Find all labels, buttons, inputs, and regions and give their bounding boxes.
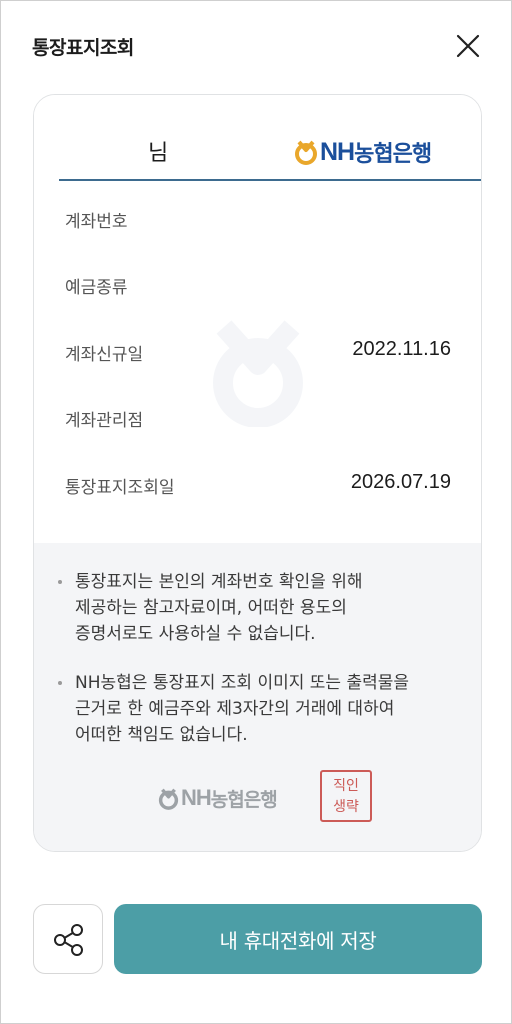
row-managing-branch: 계좌관리점: [65, 406, 451, 434]
share-icon: [54, 924, 83, 956]
bullet-dot: [58, 580, 62, 584]
header: 통장표지조회: [1, 1, 512, 91]
header-divider: [59, 179, 481, 181]
footer-bank-logo: NH 농협은행: [158, 783, 278, 813]
row-cover-inquiry-date: 통장표지조회일 2026.07.19: [65, 471, 451, 501]
page-title: 통장표지조회: [32, 37, 134, 59]
footer-logo-latin: NH: [181, 785, 212, 810]
notice-text: NH농협은 통장표지 조회 이미지 또는 출력물을 근거로 한 예금주와 제3자…: [75, 673, 410, 745]
notice-item: 통장표지는 본인의 계좌번호 확인을 위해 제공하는 참고자료이며, 어떠한 용…: [58, 569, 458, 647]
card-info-section: 님 NH 농협은행 계좌번호 예금종류 계좌신규일 2022.11.16 계좌관…: [34, 95, 481, 543]
seal-omitted-stamp: 직인 생략: [320, 770, 372, 822]
row-label: 통장표지조회일: [65, 478, 175, 498]
nh-symbol-icon: [158, 788, 179, 810]
notice-item: NH농협은 통장표지 조회 이미지 또는 출력물을 근거로 한 예금주와 제3자…: [58, 670, 458, 748]
row-deposit-type: 예금종류: [65, 273, 451, 301]
row-value: 2022.11.16: [352, 338, 451, 360]
bullet-dot: [58, 681, 62, 685]
stamp-line: 직인: [333, 778, 359, 794]
row-label: 계좌관리점: [65, 411, 144, 431]
close-button[interactable]: [453, 31, 483, 61]
passbook-cover-card: 님 NH 농협은행 계좌번호 예금종류 계좌신규일 2022.11.16 계좌관…: [33, 94, 482, 852]
row-label: 예금종류: [65, 278, 128, 298]
save-to-phone-button[interactable]: 내 휴대전화에 저장: [114, 904, 482, 974]
close-icon: [456, 34, 480, 58]
stamp-line: 생략: [333, 799, 359, 815]
row-label: 계좌신규일: [65, 345, 144, 365]
app-frame: 통장표지조회 님 NH 농협은행 계좌번호 예금종류 계좌신규일 2022.11…: [0, 0, 512, 1024]
row-account-number: 계좌번호: [65, 207, 451, 235]
bank-logo: NH 농협은행: [294, 137, 432, 167]
nh-symbol-icon: [295, 140, 317, 165]
footer-logo-korean: 농협은행: [210, 788, 278, 811]
bank-logo-latin: NH: [320, 137, 355, 166]
share-button[interactable]: [33, 904, 103, 974]
row-label: 계좌번호: [65, 212, 128, 232]
notice-text: 통장표지는 본인의 계좌번호 확인을 위해 제공하는 참고자료이며, 어떠한 용…: [75, 572, 363, 644]
account-holder-name: 님: [148, 141, 169, 166]
bank-logo-korean: 농협은행: [354, 142, 432, 167]
row-value: 2026.07.19: [350, 471, 451, 493]
row-account-open-date: 계좌신규일 2022.11.16: [65, 338, 451, 368]
